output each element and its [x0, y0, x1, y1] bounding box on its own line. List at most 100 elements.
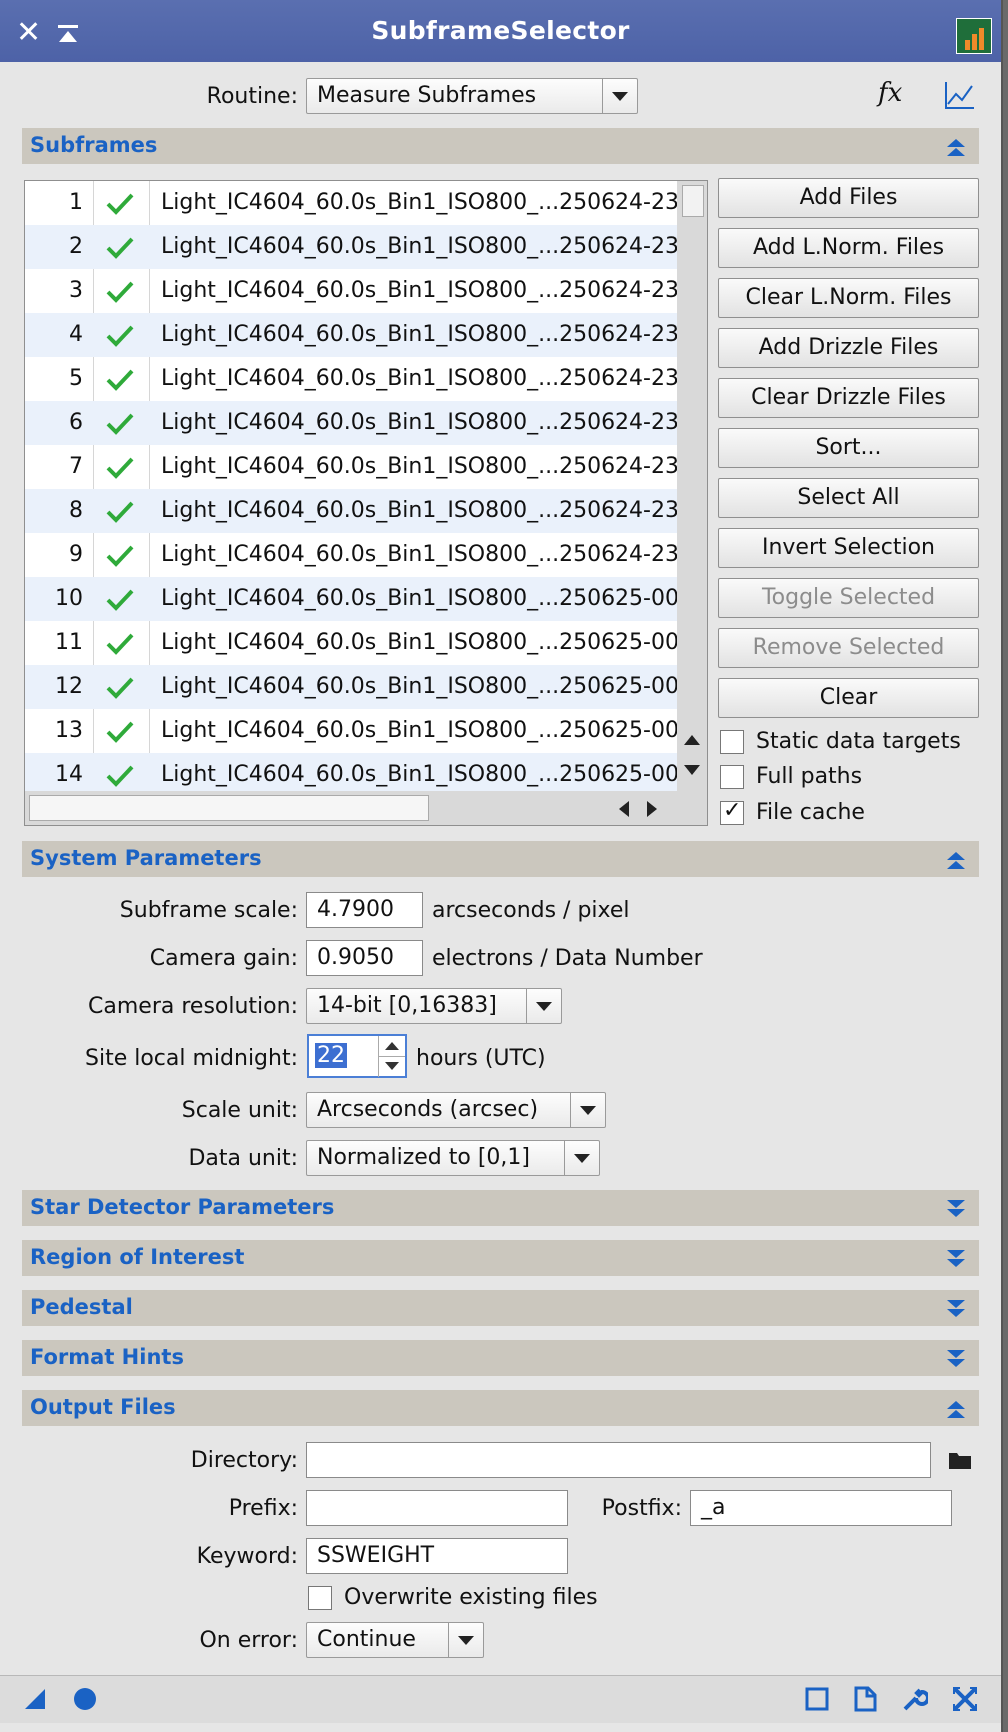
table-row[interactable]: 2 Light_IC4604_60.0s_Bin1_ISO800_...25062… [25, 225, 679, 269]
table-row[interactable]: 1 Light_IC4604_60.0s_Bin1_ISO800_...25062… [25, 181, 679, 225]
table-row[interactable]: 10 Light_IC4604_60.0s_Bin1_ISO800_...2506… [25, 577, 679, 621]
apply-global-icon[interactable] [72, 1686, 98, 1712]
file-name: Light_IC4604_60.0s_Bin1_ISO800_...250624… [161, 234, 679, 259]
collapse-icon [947, 139, 965, 156]
chart-icon[interactable] [944, 80, 976, 116]
scroll-thumb[interactable] [29, 795, 429, 821]
data-unit-select[interactable]: Normalized to [0,1] [306, 1140, 600, 1176]
increment-icon[interactable] [378, 1036, 405, 1056]
browse-documentation-icon[interactable] [804, 1686, 830, 1712]
table-row[interactable]: 11 Light_IC4604_60.0s_Bin1_ISO800_...2506… [25, 621, 679, 665]
sort-button[interactable]: Sort... [718, 428, 979, 468]
checkmark-icon[interactable] [105, 675, 135, 699]
section-title: Output Files [30, 1395, 176, 1419]
on-error-select[interactable]: Continue [306, 1622, 484, 1658]
table-row[interactable]: 4 Light_IC4604_60.0s_Bin1_ISO800_...25062… [25, 313, 679, 357]
section-title: Region of Interest [30, 1245, 245, 1269]
folder-icon[interactable] [948, 1450, 972, 1470]
table-row[interactable]: 6 Light_IC4604_60.0s_Bin1_ISO800_...25062… [25, 401, 679, 445]
horizontal-scrollbar[interactable] [25, 791, 707, 825]
checkmark-icon[interactable] [105, 279, 135, 303]
checkmark-icon[interactable] [105, 719, 135, 743]
document-icon[interactable] [852, 1686, 878, 1712]
routine-select[interactable]: Measure Subframes [306, 78, 638, 114]
title-bar[interactable]: ✕ SubframeSelector [0, 0, 1001, 62]
file-cache-checkbox[interactable] [720, 798, 744, 825]
table-row[interactable]: 3 Light_IC4604_60.0s_Bin1_ISO800_...25062… [25, 269, 679, 313]
checkmark-icon[interactable] [105, 455, 135, 479]
section-format-hints[interactable]: Format Hints [22, 1340, 979, 1376]
table-row[interactable]: 8 Light_IC4604_60.0s_Bin1_ISO800_...25062… [25, 489, 679, 533]
add-files-button[interactable]: Add Files [718, 178, 979, 218]
table-row[interactable]: 9 Light_IC4604_60.0s_Bin1_ISO800_...25062… [25, 533, 679, 577]
function-icon[interactable]: fx [878, 78, 902, 108]
section-star-detector[interactable]: Star Detector Parameters [22, 1190, 979, 1226]
checkmark-icon[interactable] [105, 323, 135, 347]
clear-lnorm-files-button[interactable]: Clear L.Norm. Files [718, 278, 979, 318]
checkmark-icon[interactable] [105, 367, 135, 391]
section-subframes[interactable]: Subframes [22, 128, 979, 164]
camera-resolution-select[interactable]: 14-bit [0,16383] [306, 988, 562, 1024]
new-instance-icon[interactable] [22, 1686, 48, 1712]
scroll-up-icon[interactable] [683, 733, 701, 747]
decrement-icon[interactable] [378, 1056, 405, 1077]
chevron-down-icon [570, 1093, 605, 1127]
file-name: Light_IC4604_60.0s_Bin1_ISO800_...250625… [161, 674, 679, 699]
scroll-right-icon[interactable] [645, 800, 659, 818]
file-name: Light_IC4604_60.0s_Bin1_ISO800_...250624… [161, 322, 679, 347]
site-local-midnight-spinbox[interactable]: 22 [307, 1034, 407, 1078]
camera-gain-value: 0.9050 [317, 945, 394, 970]
row-number: 13 [55, 718, 83, 743]
postfix-field[interactable]: _a [690, 1490, 952, 1526]
section-system-parameters[interactable]: System Parameters [22, 841, 979, 877]
select-all-button[interactable]: Select All [718, 478, 979, 518]
invert-selection-button[interactable]: Invert Selection [718, 528, 979, 568]
camera-gain-field[interactable]: 0.9050 [306, 940, 423, 976]
directory-field[interactable] [306, 1442, 931, 1478]
static-data-targets-checkbox[interactable] [720, 730, 744, 754]
checkmark-icon[interactable] [105, 543, 135, 567]
checkmark-icon[interactable] [105, 235, 135, 259]
file-name: Light_IC4604_60.0s_Bin1_ISO800_...250624… [161, 542, 679, 567]
checkmark-icon[interactable] [105, 411, 135, 435]
bottom-toolbar [0, 1675, 1001, 1723]
checkmark-icon[interactable] [105, 631, 135, 655]
row-number: 5 [69, 366, 83, 391]
table-row[interactable]: 13 Light_IC4604_60.0s_Bin1_ISO800_...2506… [25, 709, 679, 753]
prefix-field[interactable] [306, 1490, 568, 1526]
table-row[interactable]: 12 Light_IC4604_60.0s_Bin1_ISO800_...2506… [25, 665, 679, 709]
checkmark-icon[interactable] [105, 763, 135, 787]
section-region-of-interest[interactable]: Region of Interest [22, 1240, 979, 1276]
wrench-icon[interactable] [902, 1686, 928, 1712]
checkmark-icon[interactable] [105, 499, 135, 523]
scale-unit-select[interactable]: Arcseconds (arcsec) [306, 1092, 606, 1128]
vertical-scrollbar[interactable] [677, 181, 707, 791]
on-error-value: Continue [317, 1627, 416, 1652]
remove-selected-button[interactable]: Remove Selected [718, 628, 979, 668]
scroll-thumb[interactable] [682, 185, 704, 217]
add-lnorm-files-button[interactable]: Add L.Norm. Files [718, 228, 979, 268]
table-row[interactable]: 5 Light_IC4604_60.0s_Bin1_ISO800_...25062… [25, 357, 679, 401]
toggle-selected-button[interactable]: Toggle Selected [718, 578, 979, 618]
scroll-down-icon[interactable] [683, 763, 701, 777]
scale-unit-label: Scale unit: [181, 1098, 298, 1123]
keyword-field[interactable]: SSWEIGHT [306, 1538, 568, 1574]
full-paths-checkbox[interactable] [720, 765, 744, 789]
clear-button[interactable]: Clear [718, 678, 979, 718]
row-number: 4 [69, 322, 83, 347]
reset-icon[interactable] [952, 1686, 978, 1712]
section-title: Subframes [30, 133, 158, 157]
checkmark-icon[interactable] [105, 587, 135, 611]
section-pedestal[interactable]: Pedestal [22, 1290, 979, 1326]
scroll-left-icon[interactable] [617, 800, 631, 818]
section-output-files[interactable]: Output Files [22, 1390, 979, 1426]
add-drizzle-files-button[interactable]: Add Drizzle Files [718, 328, 979, 368]
row-number: 14 [55, 762, 83, 787]
checkmark-icon[interactable] [105, 191, 135, 215]
table-row[interactable]: 7 Light_IC4604_60.0s_Bin1_ISO800_...25062… [25, 445, 679, 489]
clear-drizzle-files-button[interactable]: Clear Drizzle Files [718, 378, 979, 418]
overwrite-checkbox[interactable] [308, 1586, 332, 1610]
file-list[interactable]: 1 Light_IC4604_60.0s_Bin1_ISO800_...25062… [24, 180, 708, 826]
subframe-scale-field[interactable]: 4.7900 [306, 892, 423, 928]
row-number: 1 [69, 190, 83, 215]
